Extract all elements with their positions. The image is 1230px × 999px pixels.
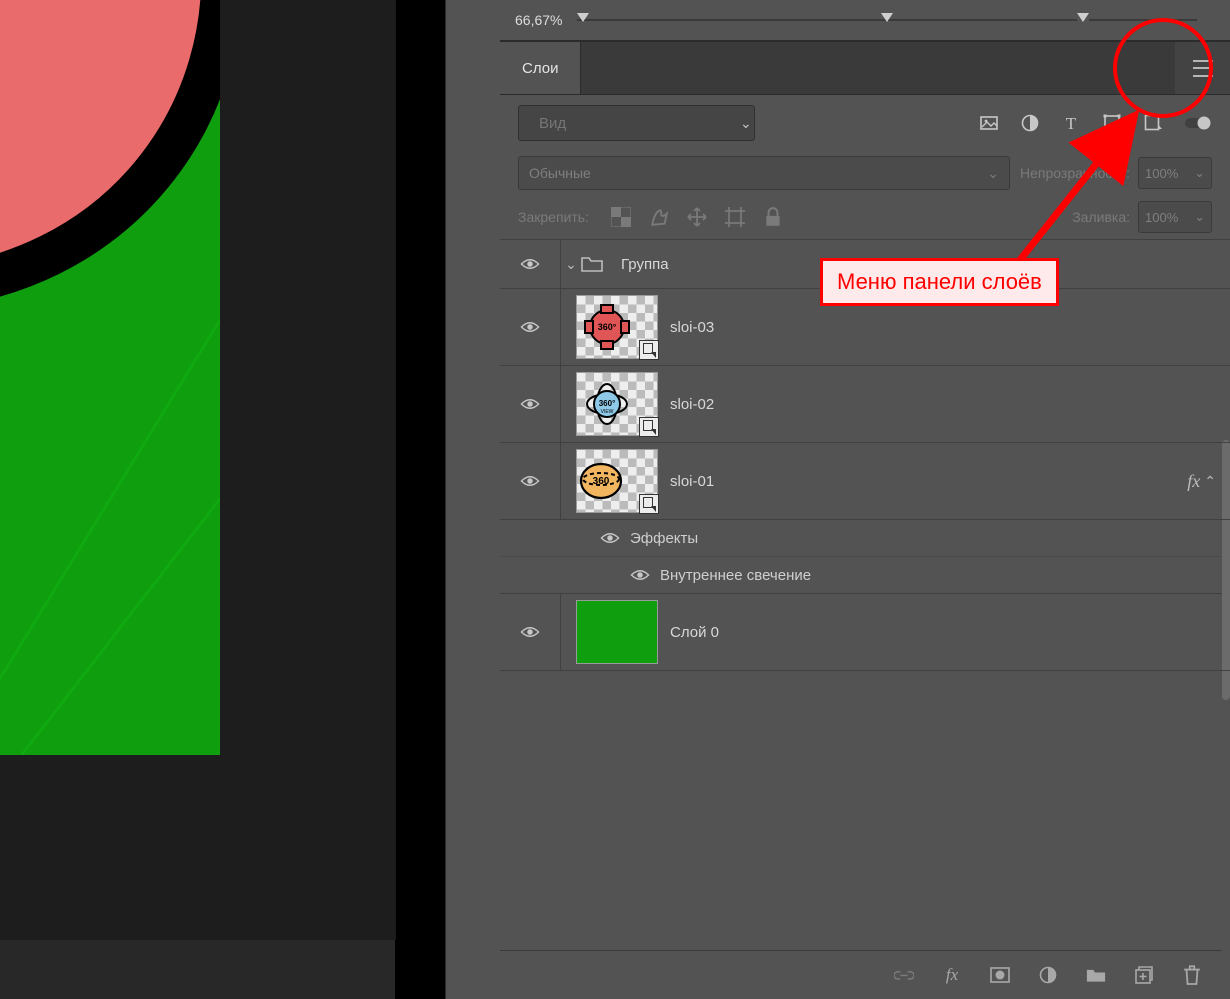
link-layers-icon[interactable]	[894, 965, 914, 985]
canvas-area	[0, 0, 395, 999]
delete-layer-icon[interactable]	[1182, 965, 1202, 985]
layers-panel-footer: fx	[500, 950, 1222, 999]
lock-row: Закрепить: Заливка: 100% ⌄	[500, 195, 1230, 240]
smartobject-badge-icon	[639, 417, 659, 437]
svg-text:360: 360	[593, 476, 610, 487]
chevron-down-icon: ⌄	[740, 115, 752, 132]
layer-row[interactable]: Слой 0	[500, 594, 1230, 671]
lock-artboard-icon[interactable]	[725, 207, 745, 227]
document-window	[0, 0, 396, 940]
layer-row[interactable]: 360 sloi-01 fx ⌃	[500, 443, 1230, 520]
filter-type-icon[interactable]: T	[1061, 113, 1081, 133]
visibility-toggle[interactable]	[520, 258, 540, 270]
layer-row[interactable]: 360°VIEW sloi-02	[500, 366, 1230, 443]
blend-mode-row: Обычные ⌄ Непрозрачность: 100% ⌄	[500, 151, 1230, 195]
layer-filter-type[interactable]: ⌄	[518, 105, 755, 141]
fx-badge[interactable]: fx	[1187, 471, 1204, 492]
canvas-artwork[interactable]	[0, 0, 220, 755]
filter-toggle[interactable]	[1184, 113, 1212, 133]
blend-mode-label: Обычные	[529, 165, 591, 181]
svg-text:360°: 360°	[599, 399, 616, 408]
panel-tab-bar: Слои	[500, 41, 1230, 95]
tab-layers[interactable]: Слои	[500, 42, 581, 94]
tab-spacer	[581, 42, 1175, 94]
opacity-field[interactable]: 100% ⌄	[1138, 157, 1212, 189]
layer-thumbnail[interactable]: 360°VIEW	[576, 372, 658, 436]
effects-header-row[interactable]: Эффекты	[500, 520, 1230, 557]
layer-thumbnail[interactable]: 360	[576, 449, 658, 513]
visibility-toggle[interactable]	[520, 626, 540, 638]
lock-label: Закрепить:	[518, 209, 589, 225]
visibility-toggle[interactable]	[630, 569, 650, 581]
layer-name[interactable]: Слой 0	[670, 624, 719, 641]
fill-field[interactable]: 100% ⌄	[1138, 201, 1212, 233]
filter-adjustment-icon[interactable]	[1020, 113, 1040, 133]
layer-mask-icon[interactable]	[990, 965, 1010, 985]
layer-filter-input[interactable]	[537, 114, 740, 133]
layer-style-icon[interactable]: fx	[942, 965, 962, 985]
group-name[interactable]: Группа	[621, 256, 669, 273]
chevron-down-icon: ⌄	[1194, 209, 1205, 225]
layer-list: ⌄ Группа 360° sloi-03 360°VIEW s	[500, 240, 1230, 671]
chevron-down-icon: ⌄	[1194, 165, 1205, 181]
effects-label: Эффекты	[630, 530, 698, 547]
zoom-value[interactable]: 66,67%	[515, 12, 562, 28]
hamburger-icon	[1193, 60, 1213, 77]
layer-name[interactable]: sloi-02	[670, 396, 714, 413]
filter-shape-icon[interactable]	[1102, 113, 1122, 133]
fill-label: Заливка:	[1072, 209, 1130, 225]
effect-item-row[interactable]: Внутреннее свечение	[500, 557, 1230, 594]
folder-icon	[581, 256, 603, 272]
layers-panel: 66,67% Слои ⌄ T Обычные	[500, 0, 1230, 999]
fill-value: 100%	[1145, 210, 1178, 225]
visibility-toggle[interactable]	[520, 475, 540, 487]
smartobject-badge-icon	[639, 340, 659, 360]
navigator-zoom-bar: 66,67%	[500, 0, 1230, 41]
fx-collapse-icon[interactable]: ⌃	[1204, 473, 1222, 490]
layer-group-row[interactable]: ⌄ Группа	[500, 240, 1230, 289]
panel-menu-button[interactable]	[1175, 42, 1230, 94]
panel-dock-divider[interactable]	[445, 0, 502, 999]
zoom-handle-icon[interactable]	[881, 13, 893, 22]
opacity-label: Непрозрачность:	[1020, 165, 1130, 181]
lock-position-icon[interactable]	[687, 207, 707, 227]
lock-all-icon[interactable]	[763, 207, 783, 227]
layer-name[interactable]: sloi-03	[670, 319, 714, 336]
layer-search-row: ⌄ T	[500, 95, 1230, 151]
layer-thumbnail[interactable]	[576, 600, 658, 664]
svg-text:360°: 360°	[598, 322, 617, 332]
visibility-toggle[interactable]	[520, 321, 540, 333]
tab-layers-label: Слои	[522, 60, 558, 77]
visibility-toggle[interactable]	[600, 532, 620, 544]
visibility-toggle[interactable]	[520, 398, 540, 410]
zoom-large-icon	[1077, 13, 1089, 22]
lock-image-icon[interactable]	[649, 207, 669, 227]
layer-row[interactable]: 360° sloi-03	[500, 289, 1230, 366]
zoom-small-icon	[577, 13, 589, 22]
new-layer-icon[interactable]	[1134, 965, 1154, 985]
blend-mode-select[interactable]: Обычные ⌄	[518, 156, 1010, 190]
svg-text:T: T	[1066, 114, 1077, 133]
layer-name[interactable]: sloi-01	[670, 473, 714, 490]
svg-text:VIEW: VIEW	[601, 409, 614, 415]
adjustment-layer-icon[interactable]	[1038, 965, 1058, 985]
chevron-down-icon: ⌄	[987, 165, 999, 182]
effect-name: Внутреннее свечение	[660, 567, 811, 584]
lock-transparency-icon[interactable]	[611, 207, 631, 227]
opacity-value: 100%	[1145, 166, 1178, 181]
collapse-toggle[interactable]: ⌄	[561, 256, 581, 273]
filter-pixel-icon[interactable]	[979, 113, 999, 133]
smartobject-badge-icon	[639, 494, 659, 514]
new-group-icon[interactable]	[1086, 965, 1106, 985]
layer-thumbnail[interactable]: 360°	[576, 295, 658, 359]
zoom-slider[interactable]	[577, 19, 1197, 21]
filter-smartobject-icon[interactable]	[1143, 113, 1163, 133]
